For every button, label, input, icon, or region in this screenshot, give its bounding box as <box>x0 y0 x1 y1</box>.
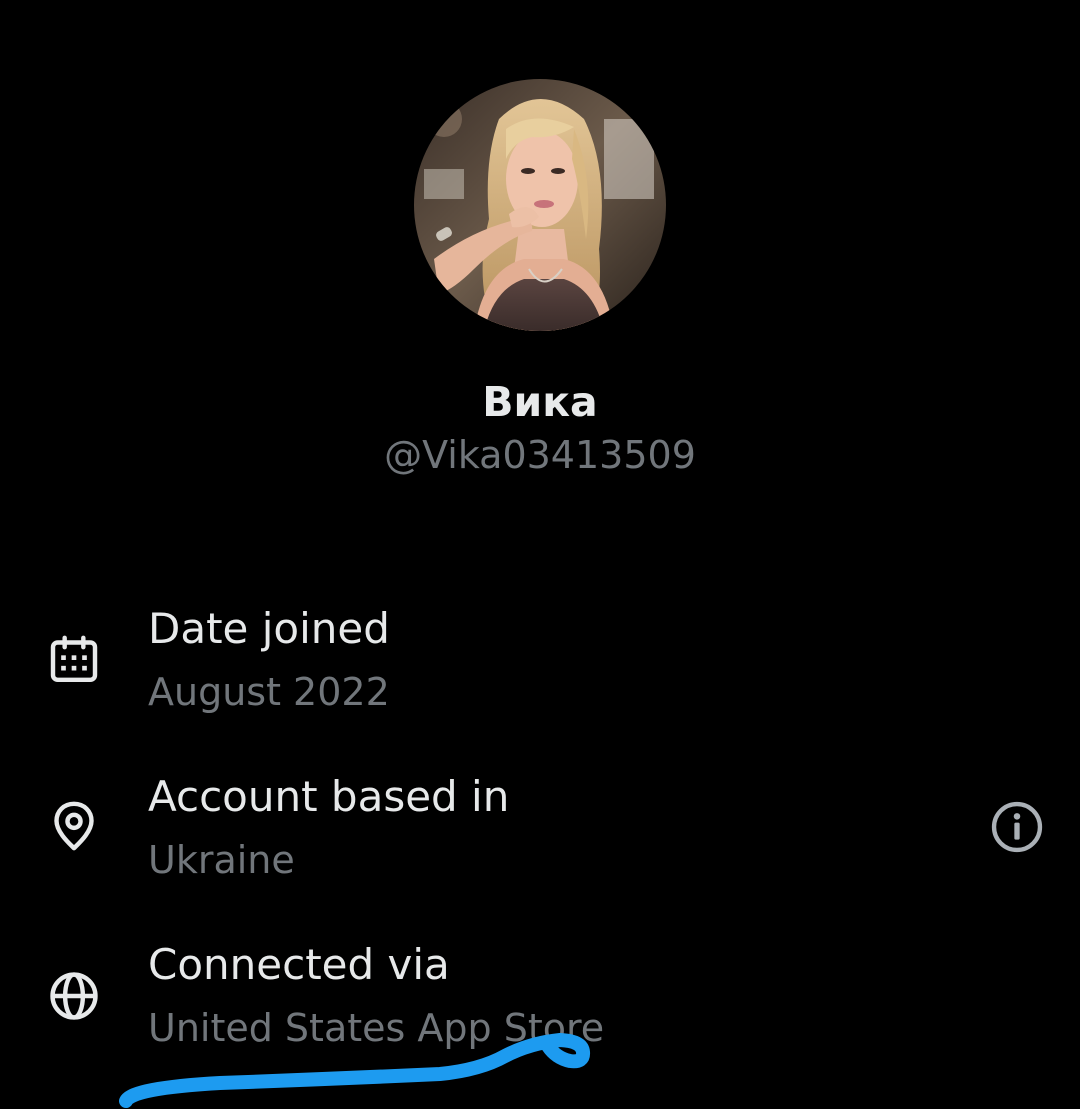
calendar-icon <box>50 635 98 683</box>
globe-icon <box>50 972 98 1020</box>
date-joined-row: Date joined August 2022 <box>0 600 1080 730</box>
display-name: Вика <box>482 378 598 426</box>
connected-via-row: Connected via United States App Store <box>0 936 1080 1066</box>
username-handle: @Vika03413509 <box>384 433 696 477</box>
location-pin-icon <box>54 801 94 851</box>
account-based-in-row: Account based in Ukraine <box>0 768 1080 898</box>
avatar[interactable] <box>414 79 666 331</box>
connected-via-label: Connected via <box>148 940 450 989</box>
profile-about-screen: Вика @Vika03413509 Date joined August 20… <box>0 0 1080 1109</box>
date-joined-label: Date joined <box>148 604 390 653</box>
connected-via-value: United States App Store <box>148 1006 605 1050</box>
date-joined-value: August 2022 <box>148 670 390 714</box>
avatar-photo <box>414 79 666 331</box>
account-based-in-value: Ukraine <box>148 838 295 882</box>
info-icon[interactable] <box>988 798 1046 856</box>
account-based-in-label: Account based in <box>148 772 510 821</box>
